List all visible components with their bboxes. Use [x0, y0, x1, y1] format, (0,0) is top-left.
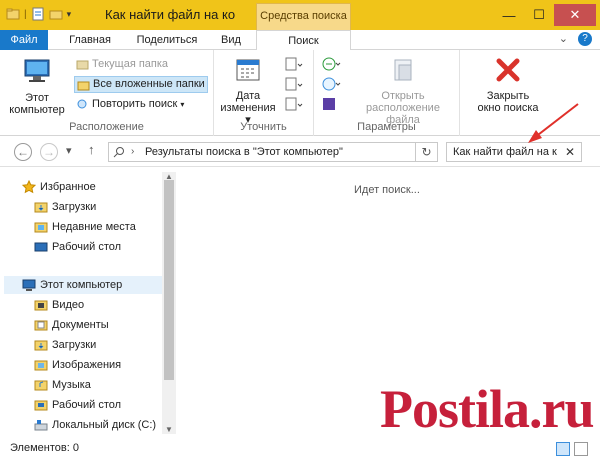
tree-this-pc[interactable]: Этот компьютер: [4, 276, 162, 294]
group-refine: Дата изменения ▾ Уточнить: [214, 50, 314, 136]
documents-folder-icon: [34, 320, 48, 331]
tree-favorites[interactable]: Избранное: [22, 178, 96, 196]
address-text: Результаты поиска в "Этот компьютер": [145, 146, 343, 158]
tree-pc-desktop[interactable]: Рабочий стол: [34, 396, 121, 414]
minimize-button[interactable]: —: [494, 4, 524, 26]
tree-pc-local-disk[interactable]: Локальный диск (C:): [34, 416, 156, 434]
this-pc-label: Этот компьютер: [9, 92, 65, 116]
folder-open-icon: [394, 59, 412, 81]
search-input[interactable]: Как найти файл на к: [453, 146, 559, 158]
calendar-icon: [236, 59, 260, 81]
ribbon-right-controls: ⌄ ?: [559, 32, 592, 46]
tree-pc-documents[interactable]: Документы: [34, 316, 109, 334]
videos-folder-icon: [34, 300, 48, 311]
clear-search-icon[interactable]: ✕: [565, 145, 575, 159]
tab-file[interactable]: Файл: [0, 30, 48, 50]
close-search-button[interactable]: Закрыть окно поиска: [470, 56, 546, 114]
tree-pc-downloads[interactable]: Загрузки: [34, 336, 96, 354]
ribbon-tabs: Файл Главная Поделиться Вид Поиск ⌄ ?: [0, 30, 600, 51]
refresh-button[interactable]: ↻: [416, 142, 438, 162]
drive-icon: [34, 420, 48, 431]
tree-fav-recent[interactable]: Недавние места: [34, 218, 136, 236]
search-progress-message: Идет поиск...: [354, 184, 420, 196]
tree-fav-downloads[interactable]: Загрузки: [34, 198, 96, 216]
group-location: Этот компьютер Текущая папка Все вложенн…: [0, 50, 214, 136]
status-bar: Элементов: 0: [0, 436, 600, 463]
close-search-icon: [496, 58, 520, 82]
subfolders-icon: [77, 81, 90, 91]
folder-icon: [76, 60, 89, 70]
tab-view[interactable]: Вид: [212, 30, 250, 50]
music-folder-icon: [34, 380, 48, 391]
close-search-label: Закрыть окно поиска: [477, 90, 539, 114]
close-button[interactable]: ✕: [554, 4, 596, 26]
desktop-icon: [34, 242, 48, 252]
scroll-thumb[interactable]: [164, 180, 174, 380]
search-again-icon: [77, 99, 87, 109]
tree-fav-desktop[interactable]: Рабочий стол: [34, 238, 121, 256]
maximize-button[interactable]: ☐: [524, 4, 554, 26]
details-view-icon[interactable]: [556, 442, 570, 456]
item-count: Элементов: 0: [10, 442, 79, 454]
recent-locations-icon[interactable]: ▾: [66, 144, 72, 157]
forward-button[interactable]: →: [40, 143, 58, 161]
help-icon[interactable]: ?: [578, 32, 592, 46]
computer-icon: [24, 59, 50, 82]
star-icon: [22, 180, 36, 194]
explorer-icon: [6, 8, 20, 20]
title-bar: | ▾ Как найти файл на ко Средства поиска…: [0, 0, 600, 30]
group-options-label: Параметры: [357, 121, 416, 133]
up-button[interactable]: ↑: [88, 142, 95, 157]
qat-dropdown-icon[interactable]: ▾: [67, 9, 72, 20]
quick-access-toolbar: | ▾: [6, 7, 71, 21]
ribbon-collapse-icon[interactable]: ⌄: [559, 32, 568, 46]
group-options: Открыть расположение файла Параметры: [314, 50, 460, 136]
pictures-folder-icon: [34, 360, 48, 371]
scroll-down-icon[interactable]: ▼: [162, 425, 176, 434]
downloads-folder-icon: [34, 340, 48, 351]
navigation-bar: ← → ▾ ↑ › Результаты поиска в "Этот комп…: [0, 137, 600, 167]
tab-search[interactable]: Поиск: [256, 30, 351, 51]
tiles-view-icon[interactable]: [574, 442, 588, 456]
group-refine-label: Уточнить: [240, 121, 287, 133]
view-toggle: [556, 442, 588, 456]
all-subfolders-button[interactable]: Все вложенные папки: [74, 76, 208, 93]
tab-share[interactable]: Поделиться: [128, 30, 206, 50]
back-button[interactable]: ←: [14, 143, 32, 161]
navigation-pane: Избранное Загрузки Недавние места Рабочи…: [0, 168, 178, 436]
current-folder-button[interactable]: Текущая папка: [74, 56, 168, 73]
open-file-location-button[interactable]: Открыть расположение файла: [350, 56, 456, 126]
ribbon: Этот компьютер Текущая папка Все вложенн…: [0, 50, 600, 136]
downloads-folder-icon: [34, 202, 48, 213]
context-tab-header: Средства поиска: [256, 3, 351, 30]
tree-pc-videos[interactable]: Видео: [34, 296, 84, 314]
separator: |: [24, 8, 27, 20]
properties-icon[interactable]: [31, 7, 45, 21]
watermark-logo: Postila.ru: [380, 379, 594, 439]
tab-home[interactable]: Главная: [60, 30, 120, 50]
dropdown-icon: ▾: [180, 100, 185, 109]
window-controls: — ☐ ✕: [494, 4, 596, 26]
address-bar[interactable]: › Результаты поиска в "Этот компьютер": [108, 142, 416, 162]
refine-filter-icons[interactable]: [284, 56, 304, 112]
nav-scrollbar[interactable]: ▲ ▼: [162, 172, 176, 434]
date-modified-button[interactable]: Дата изменения ▾: [220, 56, 276, 126]
group-location-label: Расположение: [69, 121, 144, 133]
group-close: Закрыть окно поиска: [460, 50, 548, 136]
new-folder-icon[interactable]: [49, 7, 63, 21]
options-small-icons[interactable]: [320, 56, 342, 112]
search-results-icon: [113, 147, 124, 158]
this-pc-button[interactable]: Этот компьютер: [6, 56, 68, 116]
recent-places-icon: [34, 222, 48, 233]
desktop-folder-icon: [34, 400, 48, 411]
computer-icon: [22, 279, 36, 291]
tree-pc-music[interactable]: Музыка: [34, 376, 91, 394]
search-again-button[interactable]: Повторить поиск ▾: [74, 96, 184, 113]
search-box[interactable]: Как найти файл на к ✕: [446, 142, 582, 162]
window-title: Как найти файл на ко: [105, 7, 236, 22]
tree-pc-pictures[interactable]: Изображения: [34, 356, 121, 374]
breadcrumb-chevron-icon[interactable]: ›: [131, 146, 134, 157]
